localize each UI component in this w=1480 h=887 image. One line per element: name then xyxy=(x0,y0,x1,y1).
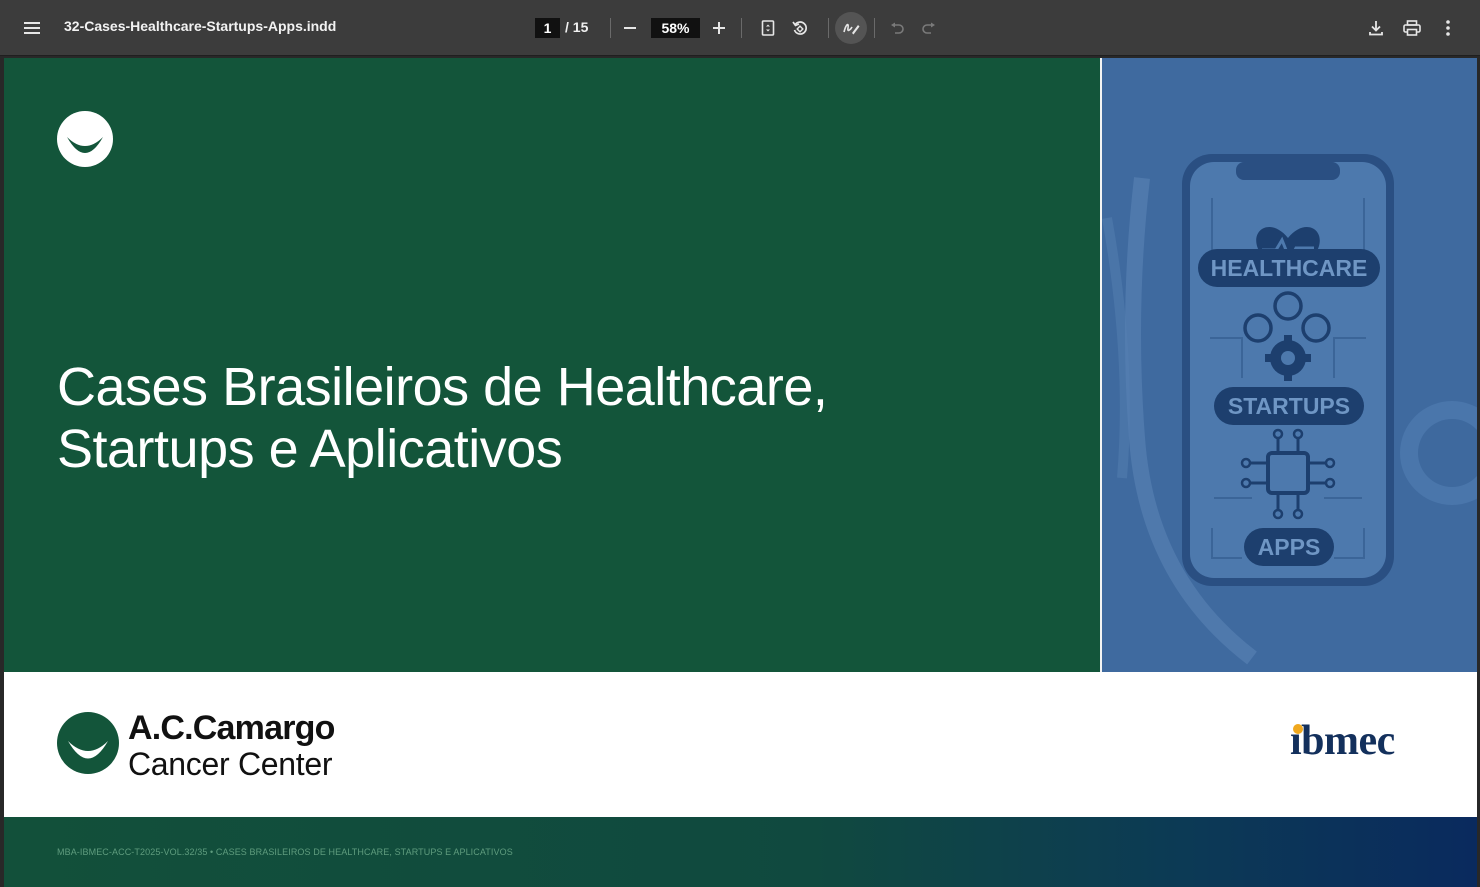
page-count: / 15 xyxy=(565,19,589,35)
document-title: 32-Cases-Healthcare-Startups-Apps.indd xyxy=(64,18,337,34)
toolbar-divider xyxy=(610,18,611,38)
toolbar-divider xyxy=(828,18,829,38)
document-page: Cases Brasileiros de Healthcare, Startup… xyxy=(4,58,1477,887)
toolbar-divider xyxy=(741,18,742,38)
partner-logo-dot-icon xyxy=(1293,724,1303,734)
print-icon[interactable] xyxy=(1396,12,1428,44)
undo-icon[interactable] xyxy=(881,12,913,44)
menu-icon[interactable] xyxy=(16,12,48,44)
minus-icon[interactable] xyxy=(614,12,646,44)
smartphone-illustration: HEALTHCARE STARTUPS APPS xyxy=(1102,154,1477,665)
cover-green-panel: Cases Brasileiros de Healthcare, Startup… xyxy=(4,58,1100,672)
cover-image-panel: HEALTHCARE STARTUPS APPS xyxy=(1102,58,1477,672)
smile-logo-icon xyxy=(57,111,113,167)
phone-label-startups: STARTUPS xyxy=(1228,393,1350,419)
acc-logo-icon xyxy=(57,712,119,774)
footer-text: MBA-IBMEC-ACC-T2025-VOL.32/35 • CASES BR… xyxy=(57,847,513,857)
download-icon[interactable] xyxy=(1360,12,1392,44)
page-number-input[interactable]: 1 xyxy=(535,18,560,38)
toolbar-divider xyxy=(874,18,875,38)
pdf-toolbar: 32-Cases-Healthcare-Startups-Apps.indd 1… xyxy=(0,0,1480,56)
phone-label-healthcare: HEALTHCARE xyxy=(1211,255,1368,281)
more-vert-icon[interactable] xyxy=(1432,12,1464,44)
fit-page-icon[interactable] xyxy=(752,12,784,44)
zoom-level-input[interactable]: 58% xyxy=(651,18,700,38)
sponsor-band: A.C.Camargo Cancer Center ıbmec xyxy=(4,672,1477,817)
sponsor-subtitle: Cancer Center xyxy=(128,746,333,782)
sponsor-name: A.C.Camargo xyxy=(128,709,335,747)
cover-headline: Cases Brasileiros de Healthcare, Startup… xyxy=(57,356,1057,480)
plus-icon[interactable] xyxy=(703,12,735,44)
footer-band: MBA-IBMEC-ACC-T2025-VOL.32/35 • CASES BR… xyxy=(4,817,1477,887)
headline-line-1: Cases Brasileiros de Healthcare, xyxy=(57,357,828,417)
redo-icon[interactable] xyxy=(913,12,945,44)
headline-line-2: Startups e Aplicativos xyxy=(57,419,563,479)
phone-label-apps: APPS xyxy=(1258,534,1321,560)
pen-icon[interactable] xyxy=(835,12,867,44)
partner-logo-text: ıbmec xyxy=(1290,718,1395,764)
rotate-icon[interactable] xyxy=(784,12,816,44)
